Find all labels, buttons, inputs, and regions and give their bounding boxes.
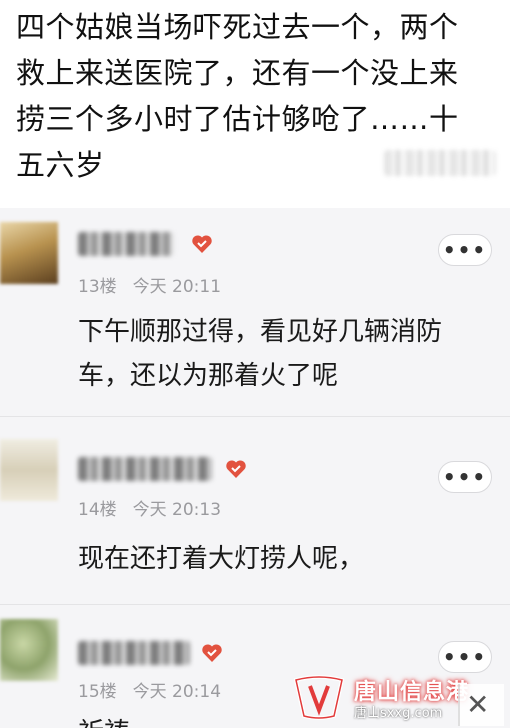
username-blurred[interactable] (78, 457, 212, 481)
post-line: 捞三个多小时了估计够呛了……十 (16, 102, 459, 136)
more-options-button[interactable]: ••• (438, 234, 492, 266)
floor-number: 14楼 (78, 500, 117, 520)
username-blurred[interactable] (78, 641, 190, 665)
comment-item: ••• 15楼 今天 20:14 祈祷 (0, 604, 510, 728)
more-options-button[interactable]: ••• (438, 641, 492, 673)
comment-line: 现在还打着大灯捞人呢， (78, 544, 365, 574)
comment-text: 下午顺那过得，看见好几辆消防 车，还以为那着火了呢 (78, 310, 486, 398)
comment-meta: 14楼 今天 20:13 (78, 495, 221, 520)
comment-text: 祈祷 (78, 711, 486, 728)
comment-item: ••• 13楼 今天 20:11 下午顺那过得，看见好几辆消防 车，还以为那着火… (0, 208, 510, 416)
vip-heart-badge-icon (190, 232, 214, 256)
comment-time: 今天 20:11 (132, 277, 222, 297)
post-line: 救上来送医院了，还有一个没上来 (16, 56, 459, 90)
comment-line: 车，还以为那着火了呢 (78, 361, 339, 391)
avatar[interactable] (0, 619, 58, 681)
comment-item: ••• 14楼 今天 20:13 现在还打着大灯捞人呢， (0, 416, 510, 604)
floor-number: 15楼 (78, 682, 117, 702)
avatar[interactable] (0, 439, 58, 501)
floor-number: 13楼 (78, 277, 117, 297)
username-blurred[interactable] (78, 232, 174, 256)
post-line: 四个姑娘当场吓死过去一个，两个 (16, 10, 459, 44)
vip-heart-badge-icon (224, 457, 248, 481)
avatar[interactable] (0, 222, 58, 284)
vip-heart-badge-icon (200, 641, 224, 665)
comment-time: 今天 20:13 (132, 500, 222, 520)
comment-text: 现在还打着大灯捞人呢， (78, 537, 486, 581)
comment-meta: 13楼 今天 20:11 (78, 272, 221, 297)
comment-line: 祈祷 (78, 711, 486, 728)
comment-meta: 15楼 今天 20:14 (78, 677, 221, 702)
comment-time: 今天 20:14 (132, 682, 222, 702)
blurred-post-meta (384, 150, 496, 176)
comment-list: ••• 13楼 今天 20:11 下午顺那过得，看见好几辆消防 车，还以为那着火… (0, 208, 510, 728)
post-body: 四个姑娘当场吓死过去一个，两个 救上来送医院了，还有一个没上来 捞三个多小时了估… (0, 0, 510, 208)
comment-line: 下午顺那过得，看见好几辆消防 (78, 317, 443, 347)
more-options-button[interactable]: ••• (438, 461, 492, 493)
